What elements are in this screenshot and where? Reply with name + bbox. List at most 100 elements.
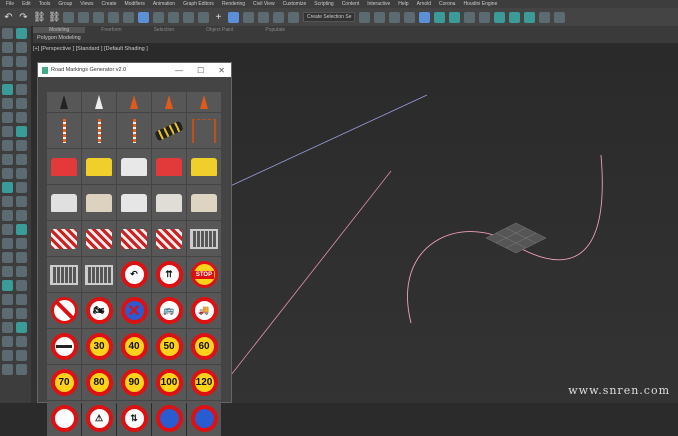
toolbar-tool-icon[interactable]: ⛓ <box>33 12 46 23</box>
command-panel-icon[interactable] <box>16 168 27 179</box>
command-panel-icon[interactable] <box>16 56 27 67</box>
command-panel-icon[interactable] <box>2 42 13 53</box>
toolbar-tool-icon[interactable] <box>524 11 535 23</box>
asset-thumbnail-speed[interactable]: 40 <box>117 329 151 364</box>
menu-interactive[interactable]: Interactive <box>363 1 394 7</box>
command-panel-icon[interactable] <box>2 280 13 291</box>
asset-thumbnail-cone[interactable] <box>117 92 151 112</box>
command-panel-icon[interactable] <box>2 154 13 165</box>
toolbar-tool-icon[interactable] <box>138 11 149 23</box>
asset-thumbnail-chainpost[interactable] <box>187 113 221 148</box>
asset-thumbnail-fence[interactable] <box>47 257 81 292</box>
toolbar-tool-icon[interactable] <box>123 11 134 23</box>
toolbar-tool-icon[interactable] <box>183 11 194 23</box>
command-panel-icon[interactable] <box>16 182 27 193</box>
command-panel-icon[interactable] <box>16 210 27 221</box>
asset-thumbnail-barrier[interactable] <box>152 185 186 220</box>
command-panel-icon[interactable] <box>2 252 13 263</box>
asset-thumbnail-prohib[interactable]: ↶ <box>117 257 151 292</box>
asset-thumbnail-speed[interactable]: 100 <box>152 365 186 400</box>
toolbar-tool-icon[interactable] <box>464 11 475 23</box>
toolbar-tool-icon[interactable] <box>258 11 269 23</box>
asset-thumbnail-bluex[interactable]: ✕ <box>117 293 151 328</box>
asset-thumbnail-prohib[interactable]: ⇈ <box>152 257 186 292</box>
command-panel-icon[interactable] <box>2 308 13 319</box>
asset-thumbnail-bump[interactable] <box>152 113 186 148</box>
command-panel-icon[interactable] <box>16 238 27 249</box>
asset-thumbnail-barrier[interactable] <box>152 149 186 184</box>
command-panel-icon[interactable] <box>16 350 27 361</box>
command-panel-icon[interactable] <box>2 196 13 207</box>
toolbar-tool-icon[interactable] <box>449 11 460 23</box>
toolbar-tool-icon[interactable] <box>288 11 299 23</box>
toolbar-tool-icon[interactable] <box>273 11 284 23</box>
command-panel-icon[interactable] <box>16 224 27 235</box>
close-button[interactable]: ✕ <box>218 66 225 75</box>
asset-thumbnail-barrier[interactable] <box>117 185 151 220</box>
command-panel-icon[interactable] <box>2 28 13 39</box>
toolbar-tool-icon[interactable]: ↶ <box>3 12 14 23</box>
asset-thumbnail-fence[interactable] <box>187 221 221 256</box>
command-panel-icon[interactable] <box>16 154 27 165</box>
toolbar-tool-icon[interactable] <box>389 11 400 23</box>
command-panel-icon[interactable] <box>2 336 13 347</box>
asset-thumbnail-barrier[interactable] <box>187 185 221 220</box>
asset-thumbnail-speed[interactable]: 90 <box>117 365 151 400</box>
menu-content[interactable]: Content <box>338 1 364 7</box>
asset-thumbnail-speed[interactable]: 80 <box>82 365 116 400</box>
command-panel-icon[interactable] <box>16 322 27 333</box>
asset-thumbnail-barrier[interactable] <box>47 149 81 184</box>
asset-thumbnail-prohib[interactable]: 🏍 <box>82 293 116 328</box>
maximize-button[interactable]: ☐ <box>197 66 204 75</box>
command-panel-icon[interactable] <box>16 364 27 375</box>
menu-houdini-engine[interactable]: Houdini Engine <box>459 1 501 7</box>
asset-thumbnail-barrier[interactable] <box>47 185 81 220</box>
asset-thumbnail-prohib[interactable]: 🚚 <box>187 293 221 328</box>
toolbar-tool-icon[interactable] <box>168 11 179 23</box>
toolbar-tool-icon[interactable] <box>404 11 415 23</box>
asset-thumbnail-speed[interactable]: 60 <box>187 329 221 364</box>
toolbar-tool-icon[interactable] <box>108 11 119 23</box>
asset-thumbnail-barrier[interactable] <box>82 185 116 220</box>
toolbar-tool-icon[interactable] <box>63 11 74 23</box>
menu-graph-editors[interactable]: Graph Editors <box>179 1 218 7</box>
asset-thumbnail-cone[interactable] <box>187 92 221 112</box>
command-panel-icon[interactable] <box>16 294 27 305</box>
command-panel-icon[interactable] <box>2 350 13 361</box>
menu-customize[interactable]: Customize <box>279 1 311 7</box>
asset-thumbnail-noentry-white[interactable] <box>47 293 81 328</box>
asset-thumbnail-striped[interactable] <box>82 221 116 256</box>
command-panel-icon[interactable] <box>2 126 13 137</box>
asset-thumbnail-bluex[interactable] <box>187 401 221 436</box>
toolbar-tool-icon[interactable] <box>494 11 505 23</box>
command-panel-icon[interactable] <box>2 364 13 375</box>
asset-thumbnail-speed[interactable]: 30 <box>82 329 116 364</box>
toolbar-tool-icon[interactable] <box>434 11 445 23</box>
asset-thumbnail-noentry[interactable] <box>47 329 81 364</box>
toolbar-tool-icon[interactable] <box>359 11 370 23</box>
asset-thumbnail-post[interactable] <box>47 113 81 148</box>
command-panel-icon[interactable] <box>2 238 13 249</box>
asset-thumbnail-bluex[interactable] <box>152 401 186 436</box>
asset-thumbnail-barrier[interactable] <box>117 149 151 184</box>
toolbar-tool-icon[interactable] <box>479 11 490 23</box>
toolbar-tool-icon[interactable]: ⛓ <box>48 12 61 23</box>
asset-thumbnail-fence[interactable] <box>82 257 116 292</box>
command-panel-icon[interactable] <box>16 70 27 81</box>
command-panel-icon[interactable] <box>2 56 13 67</box>
toolbar-tool-icon[interactable] <box>198 11 209 23</box>
window-titlebar[interactable]: Road Markings Generator v2.0 — ☐ ✕ <box>38 63 231 77</box>
ribbon-tab-modeling[interactable]: Modeling <box>33 27 86 33</box>
menu-civil-view[interactable]: Civil View <box>249 1 279 7</box>
ribbon-tab-object-paint[interactable]: Object Paint <box>190 27 249 33</box>
command-panel-icon[interactable] <box>16 98 27 109</box>
toolbar-tool-icon[interactable] <box>93 11 104 23</box>
asset-thumbnail-striped[interactable] <box>117 221 151 256</box>
menu-arnold[interactable]: Arnold <box>413 1 435 7</box>
toolbar-tool-icon[interactable]: ↷ <box>18 12 29 23</box>
command-panel-icon[interactable] <box>2 168 13 179</box>
asset-thumbnail-striped[interactable] <box>47 221 81 256</box>
toolbar-tool-icon[interactable] <box>78 11 89 23</box>
command-panel-icon[interactable] <box>16 196 27 207</box>
asset-thumbnail-barrier[interactable] <box>187 149 221 184</box>
